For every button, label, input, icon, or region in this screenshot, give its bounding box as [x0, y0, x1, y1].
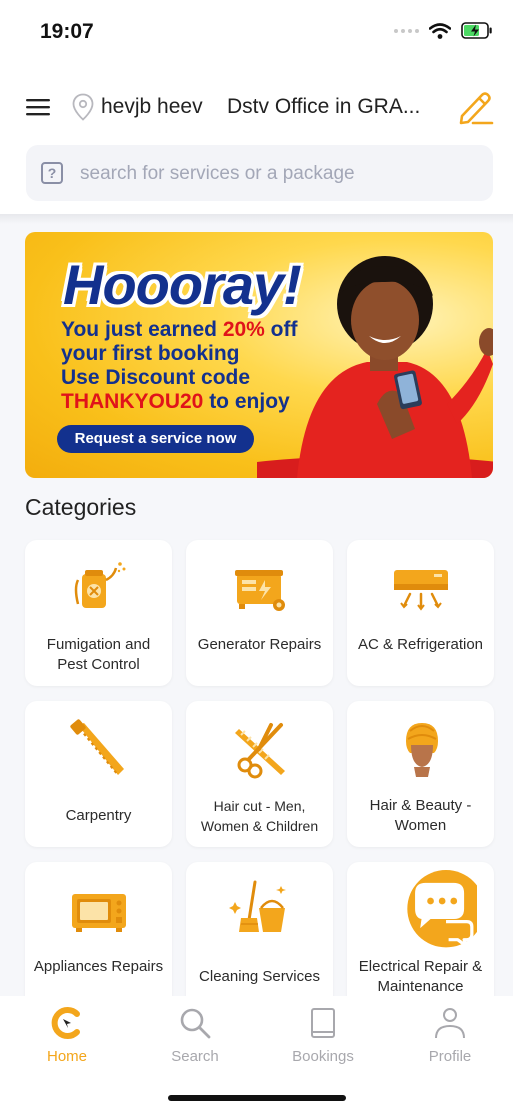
edit-pencil-icon[interactable]: [455, 88, 495, 126]
question-mark-icon: ?: [41, 162, 63, 184]
saw-icon: [70, 719, 124, 776]
banner-text: You just earned: [61, 318, 223, 341]
tab-label: Search: [171, 1048, 219, 1065]
microwave-icon: [72, 894, 126, 932]
tab-label: Home: [46, 1048, 87, 1065]
tab-bookings[interactable]: Bookings: [273, 1006, 373, 1076]
generator-icon: [235, 570, 285, 611]
category-card-fumigation[interactable]: Fumigation and Pest Control: [25, 540, 172, 686]
status-time: 19:07: [40, 20, 94, 43]
banner-line-1: You just earned 20% off: [61, 318, 298, 342]
category-label: Appliances Repairs: [33, 958, 164, 975]
location-address[interactable]: Dstv Office in GRA...: [227, 95, 439, 119]
location-header: hevjb heev Dstv Office in GRA...: [0, 84, 513, 132]
category-label: Fumigation and Pest Control: [46, 636, 151, 673]
home-indicator[interactable]: [168, 1095, 346, 1101]
category-label: Hair & Beauty - Women: [369, 797, 472, 834]
category-card-appliances[interactable]: Appliances Repairs: [25, 862, 172, 996]
wifi-icon: [429, 22, 451, 39]
location-pin-icon: [72, 93, 94, 121]
woman-head-icon: [406, 723, 438, 777]
status-bar: 19:07: [0, 0, 513, 64]
promo-banner[interactable]: Hoooray! You just earned 20% off your fi…: [25, 232, 493, 478]
banner-line-4: THANKYOU20 to enjoy: [61, 390, 290, 414]
category-label: Carpentry: [65, 807, 132, 824]
category-card-generator[interactable]: Generator Repairs: [186, 540, 333, 686]
cleaning-bucket-icon: [229, 880, 286, 932]
category-card-cleaning[interactable]: Cleaning Services: [186, 862, 333, 996]
category-label: AC & Refrigeration: [357, 636, 484, 653]
tab-home[interactable]: Home: [17, 1006, 117, 1076]
home-logo-icon: [51, 1007, 80, 1039]
request-service-button[interactable]: Request a service now: [57, 425, 254, 453]
banner-discount-code: THANKYOU20: [61, 390, 204, 413]
search-bar[interactable]: ?: [26, 145, 493, 201]
banner-line-3: Use Discount code: [61, 366, 251, 389]
tab-search[interactable]: Search: [145, 1006, 245, 1076]
book-icon: [311, 1008, 335, 1038]
category-card-carpentry[interactable]: Carpentry: [25, 701, 172, 847]
banner-line-2: your first booking: [61, 342, 240, 365]
battery-charging-icon: [461, 22, 492, 39]
header-shadow: [0, 214, 513, 224]
status-indicators: [394, 22, 493, 39]
scissors-comb-icon: [235, 723, 285, 779]
search-input[interactable]: [78, 157, 482, 191]
banner-title: Hoooray!: [63, 253, 302, 316]
tab-profile[interactable]: Profile: [400, 1006, 500, 1076]
category-card-ac-refrigeration[interactable]: AC & Refrigeration: [347, 540, 494, 686]
location-name[interactable]: hevjb heev: [101, 95, 203, 119]
cellular-signal-icon: [394, 28, 419, 33]
banner-text: to enjoy: [203, 390, 290, 413]
chat-bubbles-icon: [407, 870, 477, 948]
category-label: Electrical Repair & Maintenance: [358, 958, 483, 995]
category-label: Hair cut - Men, Women & Children: [200, 798, 319, 834]
tab-label: Profile: [428, 1048, 472, 1065]
tab-label: Bookings: [292, 1048, 354, 1065]
category-card-haircut[interactable]: Hair cut - Men, Women & Children: [186, 701, 333, 847]
banner-text: off: [264, 318, 298, 341]
person-icon: [435, 1008, 465, 1039]
banner-discount-percent: 20%: [222, 318, 265, 341]
content-scroll-area[interactable]: Hoooray! You just earned 20% off your fi…: [0, 214, 513, 996]
hamburger-menu-icon[interactable]: [26, 96, 52, 118]
categories-heading: Categories: [25, 494, 137, 520]
home-screen: 19:07 hevjb heev Dstv Office in GRA... ?…: [0, 0, 513, 1111]
category-label: Generator Repairs: [197, 636, 322, 653]
air-conditioner-icon: [394, 570, 448, 611]
category-card-electrical[interactable]: Electrical Repair & Maintenance: [347, 862, 494, 996]
fumigation-icon: [74, 562, 126, 608]
search-icon: [180, 1008, 211, 1039]
bottom-tab-bar: Home Search Bookings Profile: [0, 996, 513, 1111]
category-label: Cleaning Services: [199, 968, 320, 985]
category-card-hair-beauty[interactable]: Hair & Beauty - Women: [347, 701, 494, 847]
